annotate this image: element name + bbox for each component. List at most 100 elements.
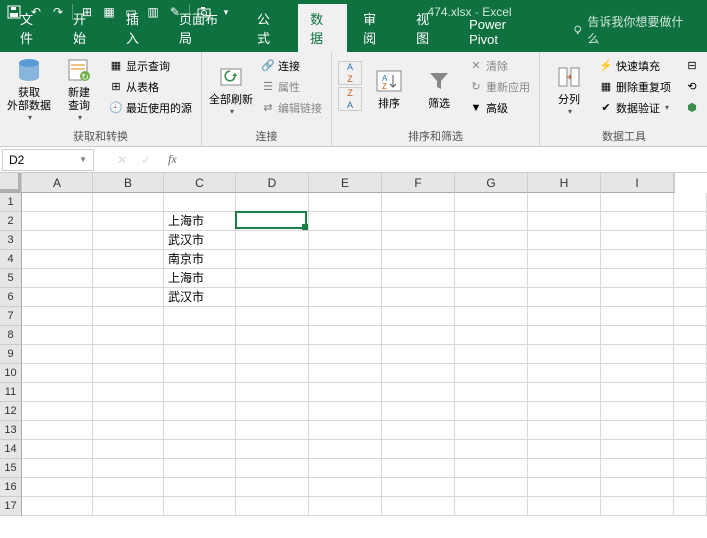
row-header-2[interactable]: 2 (0, 212, 22, 231)
column-header-C[interactable]: C (164, 173, 236, 193)
cell-I6[interactable] (601, 288, 674, 307)
cell-A17[interactable] (22, 497, 93, 516)
sort-asc-button[interactable]: AZ (338, 61, 362, 85)
cell-G11[interactable] (455, 383, 528, 402)
cell-I5[interactable] (601, 269, 674, 288)
cell-A8[interactable] (22, 326, 93, 345)
cell-H5[interactable] (528, 269, 601, 288)
cell-I8[interactable] (601, 326, 674, 345)
cell-A11[interactable] (22, 383, 93, 402)
from-table-button[interactable]: ⊞从表格 (106, 76, 195, 97)
cell-G6[interactable] (455, 288, 528, 307)
cell-D2[interactable] (236, 212, 309, 231)
cell-C1[interactable] (164, 193, 236, 212)
cell-D13[interactable] (236, 421, 309, 440)
recent-sources-button[interactable]: 🕘最近使用的源 (106, 97, 195, 118)
cell-F10[interactable] (382, 364, 455, 383)
column-header-I[interactable]: I (601, 173, 674, 193)
cell-E2[interactable] (309, 212, 382, 231)
row-header-4[interactable]: 4 (0, 250, 22, 269)
cell-D10[interactable] (236, 364, 309, 383)
cell-C12[interactable] (164, 402, 236, 421)
cell-E8[interactable] (309, 326, 382, 345)
cell-A5[interactable] (22, 269, 93, 288)
cell-I16[interactable] (601, 478, 674, 497)
tab-审阅[interactable]: 审阅 (351, 4, 400, 52)
cell-overflow[interactable] (674, 307, 707, 326)
cell-D14[interactable] (236, 440, 309, 459)
cell-A12[interactable] (22, 402, 93, 421)
cell-H2[interactable] (528, 212, 601, 231)
cell-I10[interactable] (601, 364, 674, 383)
show-queries-button[interactable]: ▦显示查询 (106, 55, 195, 76)
cell-A2[interactable] (22, 212, 93, 231)
cell-G8[interactable] (455, 326, 528, 345)
cell-H16[interactable] (528, 478, 601, 497)
cell-H15[interactable] (528, 459, 601, 478)
cell-A10[interactable] (22, 364, 93, 383)
cell-C9[interactable] (164, 345, 236, 364)
cell-F3[interactable] (382, 231, 455, 250)
cell-D8[interactable] (236, 326, 309, 345)
column-header-E[interactable]: E (309, 173, 382, 193)
filter-button[interactable]: 筛选 (416, 55, 462, 123)
cell-A4[interactable] (22, 250, 93, 269)
cell-E7[interactable] (309, 307, 382, 326)
cell-F9[interactable] (382, 345, 455, 364)
cell-G17[interactable] (455, 497, 528, 516)
cell-I14[interactable] (601, 440, 674, 459)
cell-B5[interactable] (93, 269, 164, 288)
row-header-3[interactable]: 3 (0, 231, 22, 250)
cell-H12[interactable] (528, 402, 601, 421)
cell-C15[interactable] (164, 459, 236, 478)
cell-overflow[interactable] (674, 269, 707, 288)
cell-B8[interactable] (93, 326, 164, 345)
cell-H17[interactable] (528, 497, 601, 516)
sort-desc-button[interactable]: ZA (338, 87, 362, 111)
remove-duplicates-button[interactable]: ▦删除重复项 (596, 76, 674, 97)
cell-F7[interactable] (382, 307, 455, 326)
new-query-button[interactable]: ↻ 新建 查询 (56, 55, 102, 123)
cell-D16[interactable] (236, 478, 309, 497)
cell-H11[interactable] (528, 383, 601, 402)
name-box[interactable]: D2 ▼ (2, 149, 94, 171)
cell-G1[interactable] (455, 193, 528, 212)
cell-I9[interactable] (601, 345, 674, 364)
row-header-7[interactable]: 7 (0, 307, 22, 326)
cell-C16[interactable] (164, 478, 236, 497)
cell-B11[interactable] (93, 383, 164, 402)
cell-G5[interactable] (455, 269, 528, 288)
cell-A9[interactable] (22, 345, 93, 364)
cell-C10[interactable] (164, 364, 236, 383)
cell-F6[interactable] (382, 288, 455, 307)
cell-A15[interactable] (22, 459, 93, 478)
cell-C11[interactable] (164, 383, 236, 402)
cell-overflow[interactable] (674, 326, 707, 345)
cell-B2[interactable] (93, 212, 164, 231)
sort-button[interactable]: AZ 排序 (366, 55, 412, 123)
cell-F15[interactable] (382, 459, 455, 478)
cell-G14[interactable] (455, 440, 528, 459)
column-header-D[interactable]: D (236, 173, 309, 193)
cell-G12[interactable] (455, 402, 528, 421)
cell-C17[interactable] (164, 497, 236, 516)
cell-H10[interactable] (528, 364, 601, 383)
cell-overflow[interactable] (674, 383, 707, 402)
flash-fill-button[interactable]: ⚡快速填充 (596, 55, 674, 76)
cell-B6[interactable] (93, 288, 164, 307)
cell-A16[interactable] (22, 478, 93, 497)
cell-E6[interactable] (309, 288, 382, 307)
fx-icon[interactable]: fx (168, 152, 177, 167)
relationships-button[interactable]: ⟲ (682, 76, 702, 97)
row-header-14[interactable]: 14 (0, 440, 22, 459)
cell-D17[interactable] (236, 497, 309, 516)
cell-H6[interactable] (528, 288, 601, 307)
column-header-F[interactable]: F (382, 173, 455, 193)
row-header-15[interactable]: 15 (0, 459, 22, 478)
cell-overflow[interactable] (674, 402, 707, 421)
row-header-1[interactable]: 1 (0, 193, 22, 212)
cell-G13[interactable] (455, 421, 528, 440)
cell-A14[interactable] (22, 440, 93, 459)
cell-overflow[interactable] (674, 288, 707, 307)
cell-C2[interactable]: 上海市 (164, 212, 236, 231)
